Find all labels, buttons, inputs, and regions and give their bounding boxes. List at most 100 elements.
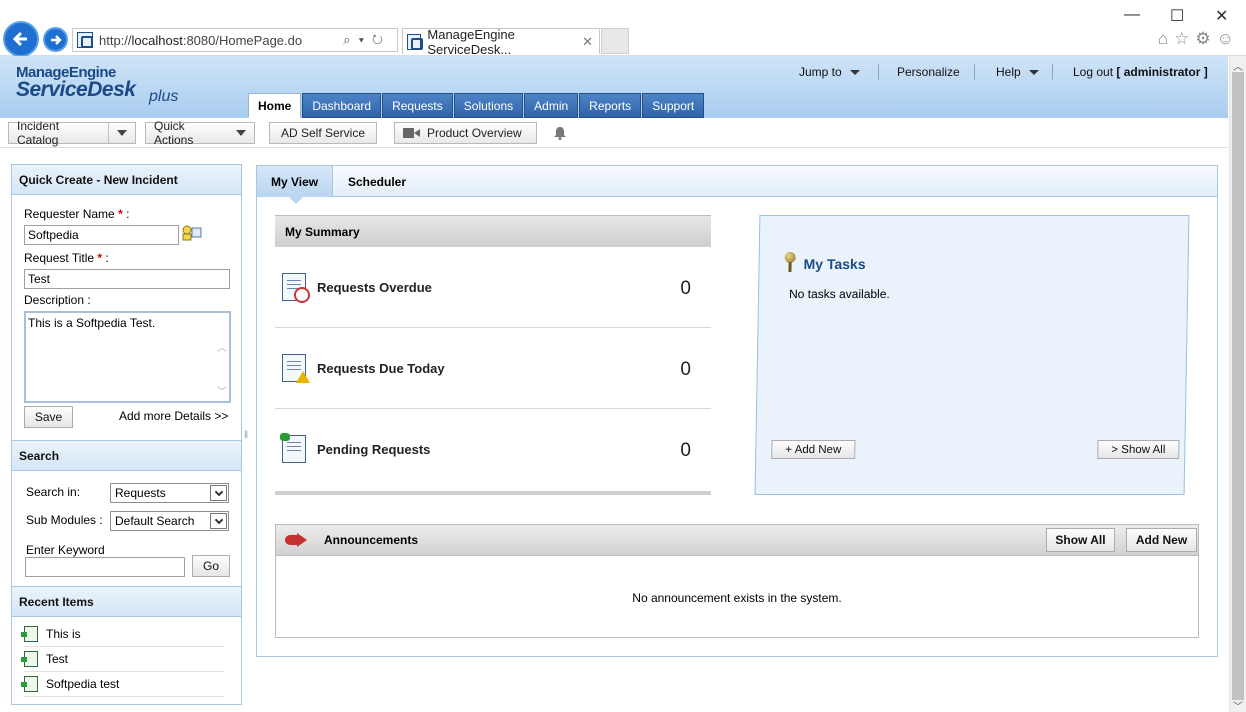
tab-requests[interactable]: Requests bbox=[382, 93, 453, 118]
tab-scheduler[interactable]: Scheduler bbox=[334, 166, 420, 197]
my-tasks-panel: My Tasks No tasks available. + Add New >… bbox=[754, 215, 1190, 495]
new-tab-button[interactable] bbox=[601, 28, 629, 54]
help-menu[interactable]: Help bbox=[996, 65, 1039, 79]
panel-splitter-handle[interactable]: ‖ bbox=[244, 430, 252, 460]
search-in-value: Requests bbox=[115, 486, 166, 500]
pushpin-icon bbox=[781, 252, 797, 272]
help-label: Help bbox=[996, 65, 1021, 79]
list-item[interactable]: Test bbox=[21, 647, 224, 672]
announcements-header: Announcements Show All Add New bbox=[276, 525, 1198, 556]
search-in-select[interactable]: Requests bbox=[110, 483, 229, 503]
back-button[interactable] bbox=[3, 21, 39, 57]
page-scrollbar[interactable]: ︿ ﹀ bbox=[1229, 56, 1246, 712]
maximize-icon[interactable]: ☐ bbox=[1170, 6, 1184, 26]
quick-actions-dropdown[interactable] bbox=[230, 123, 246, 143]
summary-row-overdue[interactable]: Requests Overdue 0 bbox=[275, 247, 711, 328]
show-all-tasks-button[interactable]: > Show All bbox=[1097, 440, 1180, 459]
incident-catalog-button[interactable]: Incident Catalog bbox=[8, 119, 136, 147]
request-document-icon bbox=[21, 626, 38, 642]
ad-self-service-button[interactable]: AD Self Service bbox=[269, 122, 377, 144]
url-prefix: http:// bbox=[99, 32, 132, 48]
address-bar[interactable]: http://localhost:8080/HomePage.do ⌕▾↻ bbox=[72, 28, 398, 52]
tab-solutions[interactable]: Solutions bbox=[453, 93, 524, 118]
add-more-details-link[interactable]: Add more Details >> bbox=[119, 409, 228, 423]
summary-row-count[interactable]: 0 bbox=[680, 440, 691, 462]
summary-row-label: Pending Requests bbox=[317, 442, 431, 457]
announcements-empty-message: No announcement exists in the system. bbox=[632, 591, 842, 605]
tab-admin[interactable]: Admin bbox=[524, 93, 579, 118]
show-all-announcements-button[interactable]: Show All bbox=[1046, 528, 1115, 552]
tab-home[interactable]: Home bbox=[248, 93, 302, 118]
list-item[interactable]: Softpedia test bbox=[21, 672, 224, 697]
requester-name-input[interactable]: Softpedia bbox=[24, 225, 179, 245]
keyword-label: Enter Keyword bbox=[26, 543, 105, 557]
request-title-input[interactable]: Test bbox=[24, 269, 230, 289]
request-document-icon bbox=[21, 651, 38, 667]
recent-item-label: This is bbox=[46, 627, 81, 641]
tab-reports[interactable]: Reports bbox=[579, 93, 642, 118]
scrollbar-thumb[interactable] bbox=[1232, 72, 1244, 700]
logout-link[interactable]: Log out [ administrator ] bbox=[1073, 65, 1208, 79]
divider bbox=[878, 64, 879, 80]
url-rest: :8080/HomePage.do bbox=[182, 32, 303, 48]
main-nav-tabs: Home Dashboard Requests Solutions Admin … bbox=[248, 93, 705, 118]
user-lookup-icon[interactable] bbox=[182, 225, 202, 241]
close-window-icon[interactable]: ✕ bbox=[1215, 6, 1228, 26]
go-button[interactable]: Go bbox=[192, 555, 230, 577]
label-colon: : bbox=[102, 251, 109, 265]
tab-support[interactable]: Support bbox=[642, 93, 705, 118]
summary-row-pending[interactable]: Pending Requests 0 bbox=[275, 409, 711, 490]
tab-my-view[interactable]: My View bbox=[257, 166, 334, 204]
summary-row-count[interactable]: 0 bbox=[680, 278, 691, 300]
view-tabs: My View Scheduler bbox=[257, 166, 1217, 204]
quick-actions-button[interactable]: Quick Actions bbox=[145, 119, 255, 147]
overdue-clock-icon bbox=[282, 273, 310, 303]
warning-document-icon bbox=[282, 354, 310, 383]
add-task-button[interactable]: + Add New bbox=[771, 440, 856, 459]
list-item[interactable]: This is bbox=[21, 622, 224, 647]
sub-modules-label: Sub Modules : bbox=[26, 513, 103, 527]
logo[interactable]: ManageEngine ServiceDesk plus bbox=[16, 64, 178, 105]
minimize-icon[interactable]: — bbox=[1124, 6, 1140, 24]
logo-line2: ServiceDesk bbox=[16, 78, 136, 101]
recent-item-label: Test bbox=[46, 652, 69, 666]
browser-toolbar-icons[interactable]: ⌂☆⚙☺ bbox=[1158, 29, 1240, 49]
forward-button[interactable] bbox=[43, 27, 68, 52]
chevron-down-icon bbox=[236, 130, 246, 136]
keyword-input[interactable] bbox=[25, 557, 185, 577]
address-bar-icons[interactable]: ⌕▾↻ bbox=[343, 32, 391, 48]
jump-to-menu[interactable]: Jump to bbox=[799, 65, 860, 79]
my-summary-panel: My Summary Requests Overdue 0 Requests D… bbox=[275, 215, 711, 495]
app-header: ManageEngine ServiceDesk plus Jump to Pe… bbox=[0, 56, 1228, 118]
tab-close-icon[interactable]: ✕ bbox=[582, 34, 593, 50]
search-header: Search bbox=[12, 441, 241, 471]
scroll-up-icon[interactable]: ︿ bbox=[1233, 58, 1243, 73]
description-textarea[interactable]: This is a Softpedia Test. ︿ ﹀ bbox=[24, 311, 231, 403]
save-button[interactable]: Save bbox=[24, 406, 73, 428]
product-overview-button[interactable]: Product Overview bbox=[394, 122, 537, 144]
sub-modules-select[interactable]: Default Search bbox=[110, 511, 229, 531]
tab-dashboard[interactable]: Dashboard bbox=[302, 93, 382, 118]
description-label: Description : bbox=[24, 293, 91, 307]
main-content: My View Scheduler My Summary Requests Ov… bbox=[256, 165, 1218, 657]
pending-document-icon bbox=[280, 433, 306, 463]
personalize-link[interactable]: Personalize bbox=[897, 65, 960, 79]
tasks-empty-message: No tasks available. bbox=[788, 287, 890, 301]
browser-tab[interactable]: ManageEngine ServiceDesk... ✕ bbox=[402, 27, 600, 57]
incident-catalog-dropdown[interactable] bbox=[108, 123, 127, 143]
summary-row-label: Requests Due Today bbox=[317, 361, 445, 376]
search-in-label: Search in: bbox=[26, 485, 81, 499]
label-colon: : bbox=[122, 207, 130, 221]
request-title-label: Request Title * : bbox=[24, 251, 109, 265]
divider bbox=[974, 64, 975, 80]
logo-plus: plus bbox=[149, 88, 179, 105]
bell-icon[interactable] bbox=[553, 126, 567, 140]
video-camera-icon bbox=[403, 128, 420, 138]
add-announcement-button[interactable]: Add New bbox=[1126, 528, 1197, 552]
scroll-down-icon[interactable]: ﹀ bbox=[1233, 698, 1243, 712]
textarea-scroll-arrows[interactable]: ︿ ﹀ bbox=[217, 327, 227, 415]
summary-row-due-today[interactable]: Requests Due Today 0 bbox=[275, 328, 711, 409]
recent-items-section: Recent Items This is Test Softpedia test bbox=[12, 586, 241, 704]
summary-row-count[interactable]: 0 bbox=[680, 359, 691, 381]
incident-catalog-label: Incident Catalog bbox=[17, 119, 60, 147]
